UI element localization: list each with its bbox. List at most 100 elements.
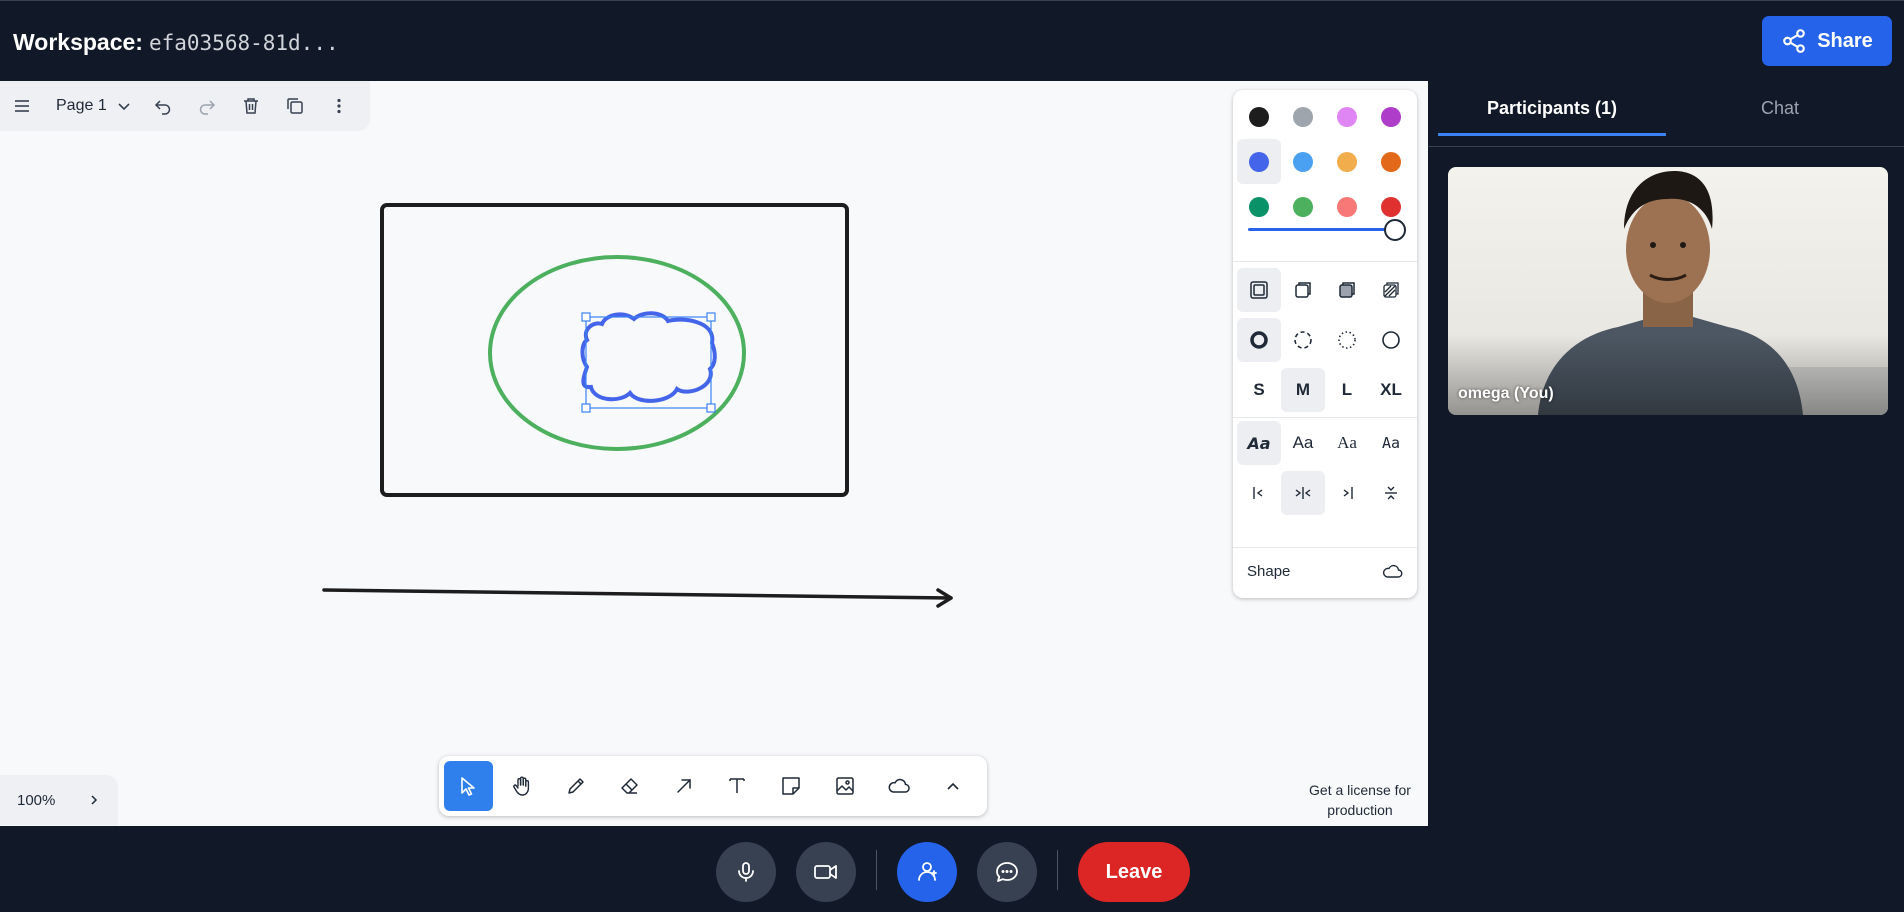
fill-solid-button[interactable] xyxy=(1325,268,1369,312)
size-xl-button[interactable]: XL xyxy=(1369,368,1413,412)
tool-toolbar xyxy=(439,756,987,816)
hand-tool[interactable] xyxy=(498,761,547,811)
color-swatch-yellow[interactable] xyxy=(1325,139,1369,184)
tab-participants[interactable]: Participants (1) xyxy=(1438,81,1666,136)
fill-none-button[interactable] xyxy=(1237,268,1281,312)
pencil-icon xyxy=(568,778,584,794)
dash-solid-button[interactable] xyxy=(1369,318,1413,362)
resize-handle[interactable] xyxy=(706,403,716,413)
color-swatch-violet[interactable] xyxy=(1369,94,1413,139)
resize-handle[interactable] xyxy=(706,312,716,322)
color-swatch-light-violet[interactable] xyxy=(1325,94,1369,139)
page-selector[interactable]: Page 1 xyxy=(44,84,141,128)
color-dot xyxy=(1293,106,1313,127)
style-panel: S M L XL Aa Aa Aa Aa Shape xyxy=(1233,90,1417,598)
font-sans-label: Aa xyxy=(1292,433,1314,452)
whiteboard-canvas[interactable]: Page 1 S M L XL Aa Aa Aa Aa Shape 100% G… xyxy=(0,81,1428,826)
color-swatch-orange[interactable] xyxy=(1369,139,1413,184)
text-tool[interactable] xyxy=(713,761,762,811)
sidebar-tabs: Participants (1) Chat xyxy=(1438,81,1894,136)
ellipse-shape[interactable] xyxy=(488,255,746,451)
dash-draw-button[interactable] xyxy=(1237,318,1281,362)
color-swatch-blue[interactable] xyxy=(1237,139,1281,184)
size-m-button[interactable]: M xyxy=(1281,368,1325,412)
select-tool[interactable] xyxy=(444,761,493,811)
dash-dashed-button[interactable] xyxy=(1281,318,1325,362)
more-tools-button[interactable] xyxy=(928,761,977,811)
participant-video xyxy=(1448,167,1888,415)
align-end-button[interactable] xyxy=(1325,471,1369,515)
zoom-menu[interactable]: 100% xyxy=(0,775,118,825)
resize-handle[interactable] xyxy=(581,403,591,413)
color-dot xyxy=(1337,106,1357,127)
share-button[interactable]: Share xyxy=(1762,16,1892,66)
more-vertical-icon xyxy=(337,98,341,114)
more-button[interactable] xyxy=(317,84,361,128)
opacity-thumb[interactable] xyxy=(1384,219,1406,241)
fill-options xyxy=(1237,268,1413,312)
redo-button[interactable] xyxy=(185,84,229,128)
delete-button[interactable] xyxy=(229,84,273,128)
align-middle-button[interactable] xyxy=(1281,471,1325,515)
eraser-tool[interactable] xyxy=(605,761,654,811)
draw-tool[interactable] xyxy=(552,761,601,811)
separator xyxy=(1057,850,1058,890)
separator xyxy=(876,850,877,890)
workspace-title: Workspace: efa03568-81d... xyxy=(13,29,339,56)
arrow-tool[interactable] xyxy=(659,761,708,811)
image-tool[interactable] xyxy=(821,761,870,811)
divider xyxy=(1233,417,1417,418)
cloud-icon xyxy=(888,778,910,793)
chat-button[interactable] xyxy=(977,842,1037,902)
font-mono-button[interactable]: Aa xyxy=(1369,421,1413,465)
leave-button[interactable]: Leave xyxy=(1078,842,1190,902)
microphone-button[interactable] xyxy=(716,842,776,902)
align-stretch-button[interactable] xyxy=(1369,471,1413,515)
fill-semi-button[interactable] xyxy=(1281,268,1325,312)
fill-pattern-icon xyxy=(1383,282,1399,298)
page-toolbar: Page 1 xyxy=(0,81,370,131)
redo-icon xyxy=(199,100,215,115)
workspace-label: Workspace: xyxy=(13,29,143,55)
dash-solid-icon xyxy=(1382,331,1400,349)
color-swatch-black[interactable] xyxy=(1237,94,1281,139)
duplicate-button[interactable] xyxy=(273,84,317,128)
opacity-slider[interactable] xyxy=(1248,216,1406,244)
fill-none-icon xyxy=(1250,281,1268,299)
font-sans-button[interactable]: Aa xyxy=(1281,421,1325,465)
cloud-tool[interactable] xyxy=(874,761,923,811)
shape-selector[interactable]: Shape xyxy=(1233,551,1417,591)
color-dot xyxy=(1249,196,1269,217)
resize-handle[interactable] xyxy=(581,312,591,322)
dash-dotted-button[interactable] xyxy=(1325,318,1369,362)
color-palette xyxy=(1237,94,1413,229)
cloud-shape[interactable] xyxy=(580,311,717,403)
font-serif-button[interactable]: Aa xyxy=(1325,421,1369,465)
color-swatch-light-blue[interactable] xyxy=(1281,139,1325,184)
camera-button[interactable] xyxy=(796,842,856,902)
color-dot xyxy=(1381,106,1401,127)
align-stretch-icon xyxy=(1385,486,1397,500)
color-dot xyxy=(1249,106,1269,127)
font-draw-button[interactable]: Aa xyxy=(1237,421,1281,465)
note-tool[interactable] xyxy=(767,761,816,811)
sticky-note-icon xyxy=(782,777,800,795)
align-options xyxy=(1237,471,1413,515)
color-swatch-grey[interactable] xyxy=(1281,94,1325,139)
align-start-button[interactable] xyxy=(1237,471,1281,515)
tab-chat[interactable]: Chat xyxy=(1666,81,1894,136)
tabs-divider xyxy=(1428,146,1904,147)
drawing-layer[interactable] xyxy=(0,81,1428,826)
arrow-shape[interactable] xyxy=(322,588,953,608)
undo-button[interactable] xyxy=(141,84,185,128)
rectangle-shape[interactable] xyxy=(380,203,849,497)
participant-video-tile[interactable]: omega (You) xyxy=(1448,167,1888,415)
size-l-button[interactable]: L xyxy=(1325,368,1369,412)
main-menu-button[interactable] xyxy=(0,84,44,128)
arrow-icon xyxy=(676,779,691,793)
size-s-button[interactable]: S xyxy=(1237,368,1281,412)
license-link[interactable]: Get a license for production xyxy=(1304,780,1416,820)
fill-pattern-button[interactable] xyxy=(1369,268,1413,312)
share-label: Share xyxy=(1817,29,1873,52)
participants-button[interactable] xyxy=(897,842,957,902)
